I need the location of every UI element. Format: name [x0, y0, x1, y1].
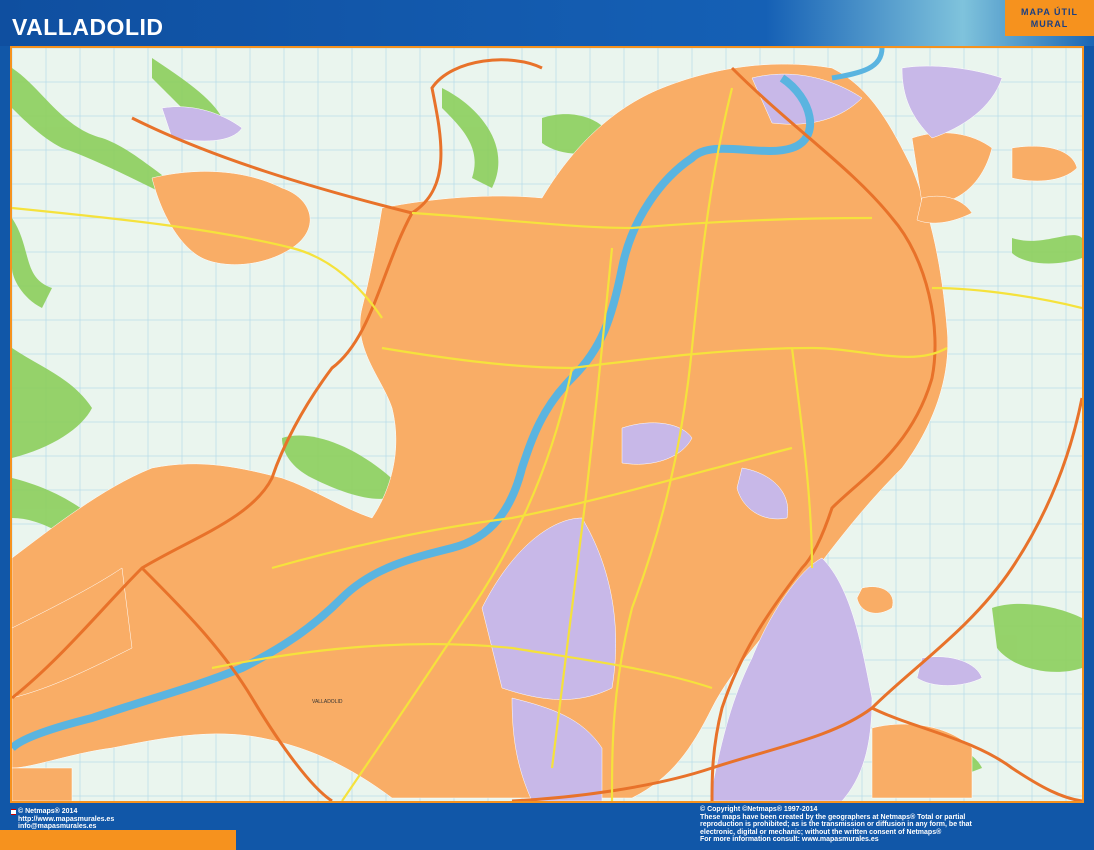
- website-link[interactable]: http://www.mapasmurales.es: [18, 816, 114, 824]
- flag-icon: [11, 809, 16, 815]
- badge-line-2: MURAL: [1005, 18, 1094, 30]
- badge-line-1: MAPA ÚTIL: [1005, 6, 1094, 18]
- city-map[interactable]: VALLADOLID: [10, 46, 1084, 803]
- footer-orange-bar: [0, 830, 236, 850]
- city-map-label: VALLADOLID: [312, 699, 343, 705]
- copyright-text: © Netmaps® 2014: [18, 808, 114, 816]
- mapa-util-badge: MAPA ÚTIL MURAL: [1005, 0, 1094, 36]
- header-bar: VALLADOLID: [0, 0, 1094, 46]
- footer-credits: © Netmaps® 2014 http://www.mapasmurales.…: [18, 808, 114, 831]
- map-canvas: VALLADOLID: [12, 48, 1082, 801]
- map-title: VALLADOLID: [12, 14, 164, 41]
- legal-line: These maps have been created by the geog…: [700, 814, 1090, 822]
- legal-line: reproduction is prohibited; as is the tr…: [700, 821, 1090, 829]
- footer-legal: © Copyright ©Netmaps® 1997-2014 These ma…: [700, 806, 1090, 844]
- legal-line: For more information consult: www.mapasm…: [700, 836, 1090, 844]
- legal-line: electronic, digital or mechanic; without…: [700, 829, 1090, 837]
- legal-line: © Copyright ©Netmaps® 1997-2014: [700, 806, 1090, 814]
